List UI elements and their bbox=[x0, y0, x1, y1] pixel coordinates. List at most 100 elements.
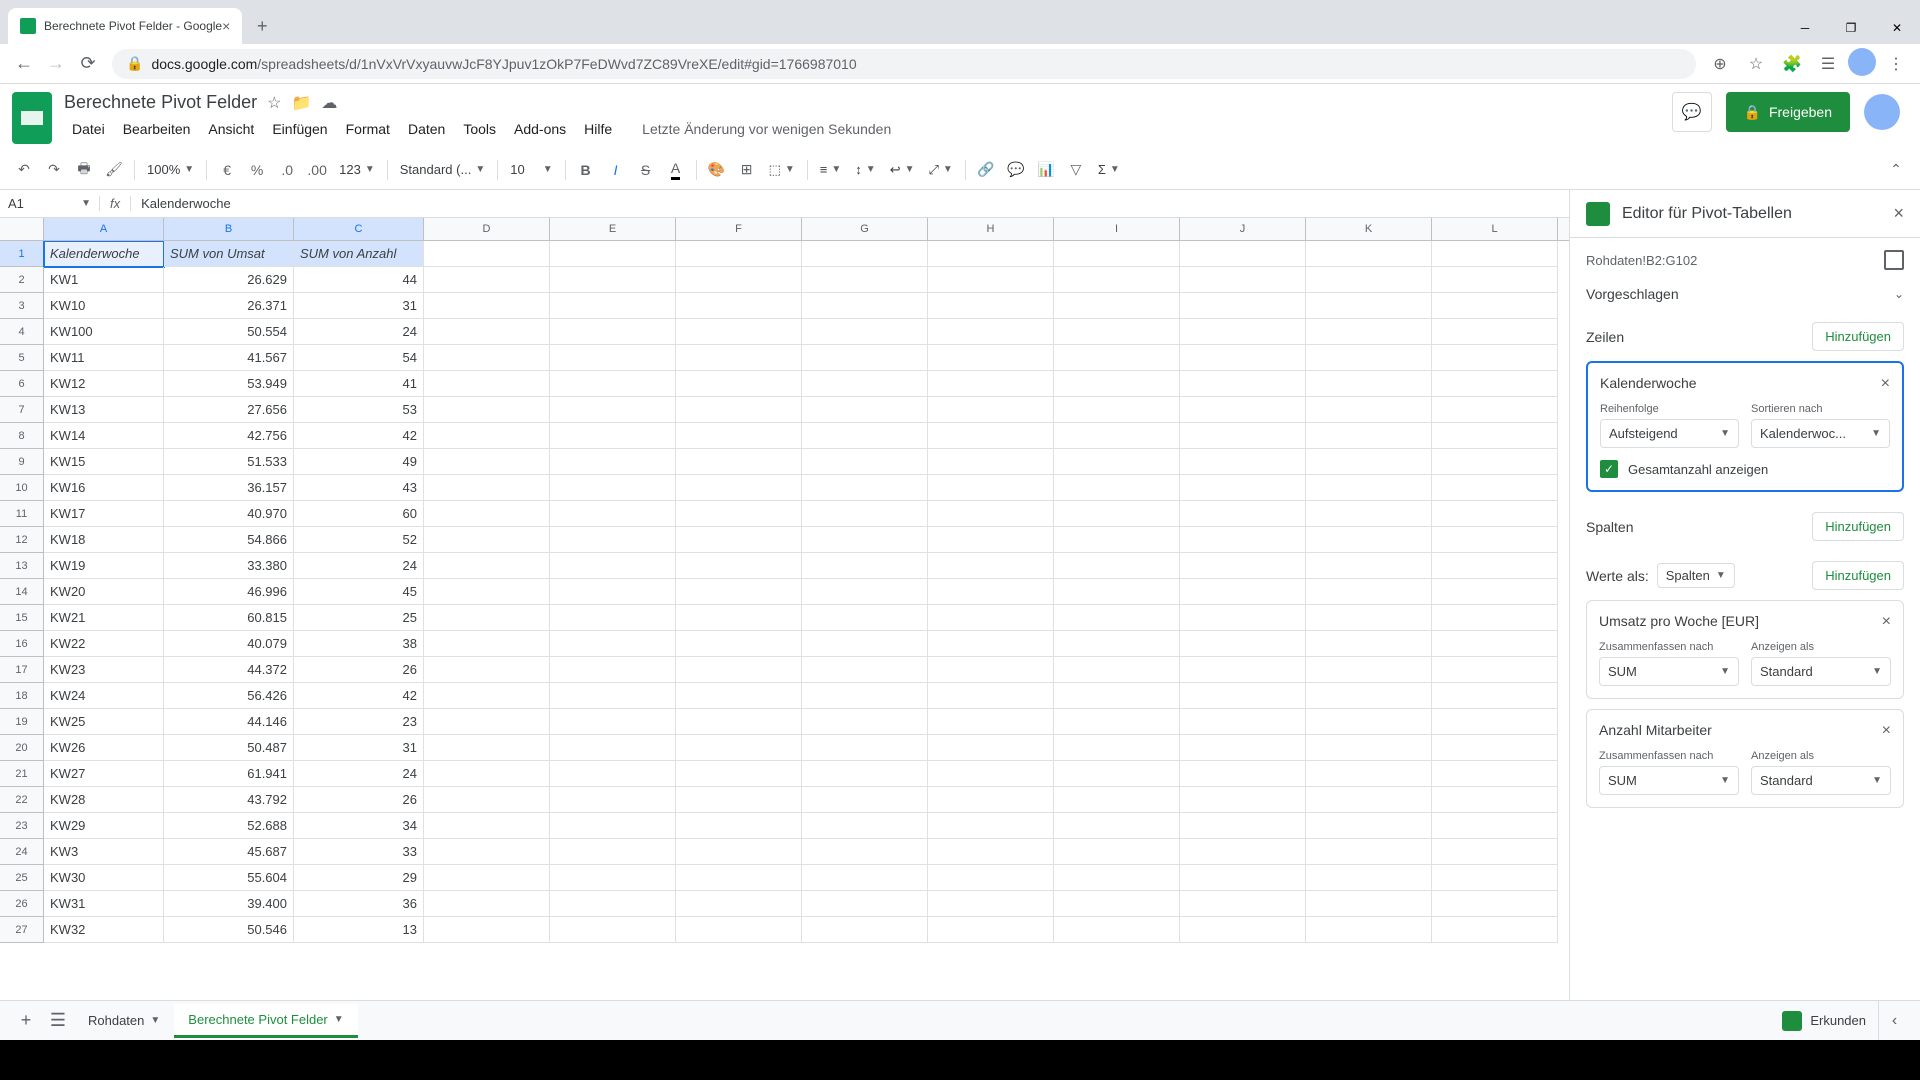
cell[interactable]: 43 bbox=[294, 475, 424, 501]
cell[interactable] bbox=[928, 423, 1054, 449]
cell[interactable] bbox=[676, 865, 802, 891]
cell[interactable] bbox=[928, 475, 1054, 501]
reading-list-icon[interactable]: ☰ bbox=[1812, 48, 1844, 80]
cell[interactable] bbox=[802, 605, 928, 631]
cell[interactable] bbox=[424, 761, 550, 787]
cell[interactable] bbox=[1180, 839, 1306, 865]
cell[interactable] bbox=[1054, 891, 1180, 917]
cell[interactable]: 50.554 bbox=[164, 319, 294, 345]
cell[interactable]: KW17 bbox=[44, 501, 164, 527]
cell[interactable] bbox=[676, 683, 802, 709]
value-field-card[interactable]: Anzahl Mitarbeiter × Zusammenfassen nach… bbox=[1586, 709, 1904, 808]
cell[interactable] bbox=[802, 267, 928, 293]
percent-button[interactable]: % bbox=[243, 156, 271, 184]
cell[interactable] bbox=[802, 761, 928, 787]
cell[interactable] bbox=[550, 735, 676, 761]
cell[interactable] bbox=[424, 371, 550, 397]
cell[interactable] bbox=[1054, 917, 1180, 943]
add-value-button[interactable]: Hinzufügen bbox=[1812, 561, 1904, 590]
cell[interactable]: KW32 bbox=[44, 917, 164, 943]
menu-hilfe[interactable]: Hilfe bbox=[576, 117, 620, 141]
cell[interactable] bbox=[550, 787, 676, 813]
cell[interactable] bbox=[1054, 267, 1180, 293]
cell[interactable] bbox=[424, 449, 550, 475]
cell[interactable] bbox=[550, 839, 676, 865]
rotate-button[interactable]: ⤢▼ bbox=[923, 162, 959, 178]
cell[interactable] bbox=[928, 865, 1054, 891]
close-sidebar-button[interactable]: × bbox=[1893, 203, 1904, 224]
cell[interactable]: 38 bbox=[294, 631, 424, 657]
cell[interactable] bbox=[676, 397, 802, 423]
row-header[interactable]: 5 bbox=[0, 345, 44, 371]
cell[interactable] bbox=[1306, 683, 1432, 709]
cell[interactable] bbox=[1054, 501, 1180, 527]
cell[interactable]: KW16 bbox=[44, 475, 164, 501]
cell[interactable]: 26 bbox=[294, 787, 424, 813]
cell[interactable]: 41 bbox=[294, 371, 424, 397]
borders-button[interactable]: ⊞ bbox=[733, 156, 761, 184]
cell[interactable] bbox=[1054, 449, 1180, 475]
cell[interactable]: 41.567 bbox=[164, 345, 294, 371]
row-header[interactable]: 18 bbox=[0, 683, 44, 709]
cell[interactable] bbox=[928, 787, 1054, 813]
row-header[interactable]: 17 bbox=[0, 657, 44, 683]
cell[interactable] bbox=[1306, 631, 1432, 657]
cell[interactable]: 42 bbox=[294, 683, 424, 709]
cell[interactable]: 44 bbox=[294, 267, 424, 293]
cell[interactable] bbox=[550, 501, 676, 527]
cell[interactable] bbox=[1054, 423, 1180, 449]
cell[interactable] bbox=[928, 657, 1054, 683]
cell[interactable] bbox=[676, 735, 802, 761]
cell[interactable] bbox=[1432, 397, 1558, 423]
cell[interactable] bbox=[550, 527, 676, 553]
menu-datei[interactable]: Datei bbox=[64, 117, 113, 141]
link-button[interactable]: 🔗 bbox=[972, 156, 1000, 184]
cell[interactable]: 40.079 bbox=[164, 631, 294, 657]
cell[interactable] bbox=[1180, 865, 1306, 891]
cell[interactable] bbox=[550, 345, 676, 371]
cell[interactable]: 25 bbox=[294, 605, 424, 631]
cell[interactable]: 34 bbox=[294, 813, 424, 839]
tab-close-icon[interactable]: × bbox=[222, 18, 230, 34]
cell[interactable] bbox=[550, 865, 676, 891]
cell[interactable] bbox=[1054, 813, 1180, 839]
cell[interactable] bbox=[676, 657, 802, 683]
cell[interactable] bbox=[424, 683, 550, 709]
cell[interactable] bbox=[1432, 631, 1558, 657]
row-header[interactable]: 12 bbox=[0, 527, 44, 553]
row-header[interactable]: 1 bbox=[0, 241, 44, 267]
cell[interactable] bbox=[928, 839, 1054, 865]
row-field-card[interactable]: Kalenderwoche × Reihenfolge Aufsteigend▼ bbox=[1586, 361, 1904, 492]
cell[interactable]: 31 bbox=[294, 735, 424, 761]
cell[interactable] bbox=[802, 709, 928, 735]
cell[interactable]: KW29 bbox=[44, 813, 164, 839]
cell[interactable] bbox=[1180, 709, 1306, 735]
cell[interactable] bbox=[802, 787, 928, 813]
select-range-icon[interactable] bbox=[1884, 250, 1904, 270]
print-button[interactable]: 🖶 bbox=[70, 156, 98, 184]
menu-daten[interactable]: Daten bbox=[400, 117, 453, 141]
cell[interactable] bbox=[1180, 761, 1306, 787]
row-header[interactable]: 19 bbox=[0, 709, 44, 735]
cell[interactable] bbox=[802, 735, 928, 761]
cell[interactable] bbox=[1432, 709, 1558, 735]
cell[interactable] bbox=[550, 657, 676, 683]
suggested-section[interactable]: Vorgeschlagen ⌄ bbox=[1586, 286, 1904, 302]
cell[interactable] bbox=[550, 371, 676, 397]
cell[interactable] bbox=[802, 475, 928, 501]
cell[interactable]: 46.996 bbox=[164, 579, 294, 605]
cell[interactable] bbox=[1306, 553, 1432, 579]
filter-button[interactable]: ▽ bbox=[1062, 156, 1090, 184]
address-bar[interactable]: 🔒 docs.google.com/spreadsheets/d/1nVxVrV… bbox=[112, 49, 1696, 79]
cell[interactable] bbox=[1432, 241, 1558, 267]
row-header[interactable]: 3 bbox=[0, 293, 44, 319]
cell[interactable] bbox=[1054, 371, 1180, 397]
cell[interactable] bbox=[1054, 397, 1180, 423]
cell[interactable] bbox=[1306, 501, 1432, 527]
cell[interactable] bbox=[802, 553, 928, 579]
cell[interactable] bbox=[928, 527, 1054, 553]
menu-bearbeiten[interactable]: Bearbeiten bbox=[115, 117, 199, 141]
cell[interactable] bbox=[1180, 813, 1306, 839]
cell[interactable] bbox=[550, 449, 676, 475]
cell[interactable] bbox=[1432, 293, 1558, 319]
